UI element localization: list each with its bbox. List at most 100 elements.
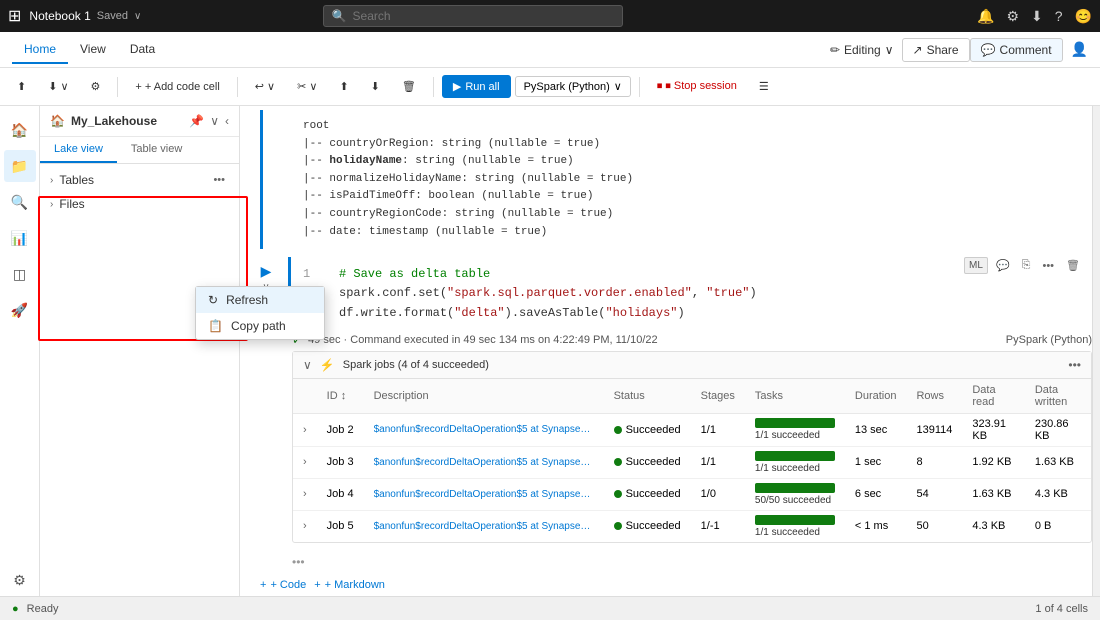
toolbar-upload-btn[interactable]: ⬆: [8, 75, 35, 98]
stop-session-btn[interactable]: ⏹ ⏹ Stop session: [648, 75, 746, 98]
code-cell-5: ▶ ∨ 1 # Save as delta table 2 spark.conf…: [240, 257, 1092, 543]
job-expand-icon[interactable]: ›: [303, 456, 307, 468]
move-down-btn[interactable]: ⬇: [362, 75, 389, 98]
cut-btn[interactable]: ✂ ∨: [288, 75, 326, 98]
output-runtime: PySpark (Python): [1006, 334, 1092, 346]
job-duration: 1 sec: [845, 446, 907, 478]
delete-btn[interactable]: 🗑: [393, 75, 425, 98]
comment-button[interactable]: 💬 Comment: [970, 38, 1063, 62]
sidebar-settings-icon[interactable]: ⚙: [4, 564, 36, 596]
undo-btn[interactable]: ↩ ∨: [246, 75, 284, 98]
pyspark-selector[interactable]: PySpark (Python) ∨: [515, 76, 631, 97]
title-bar: ⊞ Notebook 1 Saved ∨ 🔍 🔔 ⚙ ⬇ ? 😊: [0, 0, 1100, 32]
refresh-icon: ↻: [208, 293, 218, 307]
toolbar-download-btn[interactable]: ⬇ ∨: [39, 75, 77, 98]
search-input[interactable]: [353, 9, 553, 23]
job-tasks: 1/1 succeeded: [745, 446, 845, 478]
user-menu-icon[interactable]: 👤: [1071, 41, 1088, 58]
cell-comment-icon[interactable]: 💬: [992, 257, 1014, 274]
editing-chevron-icon: ∨: [885, 43, 894, 57]
session-menu-btn[interactable]: ☰: [750, 75, 778, 98]
job-status: Succeeded: [604, 478, 691, 510]
run-all-btn[interactable]: ▶ Run all: [442, 75, 511, 98]
collapse-icon[interactable]: ‹: [225, 114, 229, 128]
lake-view-tab[interactable]: Lake view: [40, 137, 117, 163]
chevron-icon[interactable]: ∨: [210, 114, 219, 128]
cell-more-icon[interactable]: •••: [1038, 258, 1058, 274]
sidebar-deploy-icon[interactable]: 🚀: [4, 294, 36, 326]
help-icon[interactable]: ?: [1055, 8, 1063, 24]
toolbar-settings-btn[interactable]: ⚙: [82, 75, 110, 98]
scrollbar[interactable]: [1092, 106, 1100, 596]
menu-bar: Home View Data ✏ Editing ∨ ↗ Share 💬 Com…: [0, 32, 1100, 68]
notebook-chevron[interactable]: ∨: [134, 11, 141, 22]
code-block-5: 1 # Save as delta table 2 spark.conf.set…: [288, 257, 960, 331]
download-icon[interactable]: ⬇: [1031, 8, 1043, 25]
cell-delete-icon[interactable]: 🗑: [1062, 257, 1084, 274]
tables-chevron-icon: ›: [50, 175, 53, 186]
add-code-cell-btn[interactable]: + + Add code cell: [126, 76, 228, 98]
sidebar-data-icon[interactable]: 📊: [4, 222, 36, 254]
spark-jobs-expand-icon[interactable]: ∨: [303, 358, 312, 372]
move-up-btn[interactable]: ⬆: [330, 75, 357, 98]
editing-label: Editing: [844, 43, 881, 57]
schema-line-3: |-- normalizeHolidayName: string (nullab…: [303, 171, 1076, 189]
col-tasks: Tasks: [745, 379, 845, 414]
add-markdown-label: + Markdown: [325, 579, 385, 591]
panel-title: My_Lakehouse: [71, 114, 157, 128]
job-id: Job 2: [317, 413, 364, 446]
status-dot: [614, 490, 622, 498]
add-cell-row: + + Code + + Markdown: [240, 573, 1092, 596]
table-view-tab[interactable]: Table view: [117, 137, 196, 163]
toolbar-divider-3: [433, 77, 434, 97]
add-code-btn[interactable]: + + Code: [260, 579, 306, 591]
add-code-label: + Code: [270, 579, 306, 591]
spark-jobs-title: Spark jobs (4 of 4 succeeded): [343, 359, 489, 371]
tree-files-item[interactable]: › Files: [40, 192, 239, 216]
menu-home[interactable]: Home: [12, 36, 68, 64]
sidebar-explore-icon[interactable]: 📁: [4, 150, 36, 182]
editing-button[interactable]: ✏ Editing ∨: [822, 39, 902, 61]
context-refresh-item[interactable]: ↻ Refresh: [196, 287, 324, 313]
main-content[interactable]: root |-- countryOrRegion: string (nullab…: [240, 106, 1092, 596]
spark-jobs-more-icon[interactable]: •••: [1068, 358, 1081, 372]
pin-icon[interactable]: 📌: [189, 114, 204, 128]
add-markdown-btn[interactable]: + + Markdown: [314, 579, 385, 591]
tree-tables-item[interactable]: › Tables •••: [40, 168, 239, 192]
job-expand-icon[interactable]: ›: [303, 488, 307, 500]
schema-output: root |-- countryOrRegion: string (nullab…: [260, 110, 1092, 249]
job-rows: 8: [906, 446, 962, 478]
tables-more-icon[interactable]: •••: [209, 173, 229, 187]
sidebar-workflow-icon[interactable]: ◫: [4, 258, 36, 290]
menu-data[interactable]: Data: [118, 36, 167, 64]
refresh-label: Refresh: [226, 293, 268, 307]
files-chevron-icon: ›: [50, 199, 53, 210]
share-button[interactable]: ↗ Share: [902, 38, 970, 62]
panel-header: 🏠 My_Lakehouse 📌 ∨ ‹: [40, 106, 239, 137]
job-data-written: 1.63 KB: [1025, 446, 1091, 478]
cell-copy-icon[interactable]: ⎘: [1018, 257, 1035, 274]
code-line-3: 3 df.write.format("delta").saveAsTable("…: [303, 304, 948, 323]
context-copy-path-item[interactable]: 📋 Copy path: [196, 313, 324, 339]
job-expand-icon[interactable]: ›: [303, 520, 307, 532]
status-text: Succeeded: [626, 488, 681, 500]
job-data-read: 323.91 KB: [962, 413, 1024, 446]
status-circle-icon: ●: [12, 603, 19, 615]
status-dot: [614, 426, 622, 434]
job-rows: 54: [906, 478, 962, 510]
share-icon: ↗: [913, 43, 923, 57]
sidebar-search-icon[interactable]: 🔍: [4, 186, 36, 218]
notification-icon[interactable]: 🔔: [977, 8, 994, 25]
menu-view[interactable]: View: [68, 36, 118, 64]
sidebar-home-icon[interactable]: 🏠: [4, 114, 36, 146]
settings-icon[interactable]: ⚙: [1006, 8, 1019, 25]
add-code-label: + Add code cell: [145, 81, 220, 93]
job-expand-icon[interactable]: ›: [303, 424, 307, 436]
cell-run-btn-5[interactable]: ▶: [261, 263, 272, 280]
spark-jobs-header[interactable]: ∨ ⚡ Spark jobs (4 of 4 succeeded) •••: [293, 352, 1091, 379]
job-tasks: 1/1 succeeded: [745, 510, 845, 542]
col-id[interactable]: ID ↕: [317, 379, 364, 414]
job-stages: 1/0: [691, 478, 745, 510]
search-bar[interactable]: 🔍: [323, 5, 623, 27]
user-avatar[interactable]: 😊: [1075, 8, 1092, 25]
